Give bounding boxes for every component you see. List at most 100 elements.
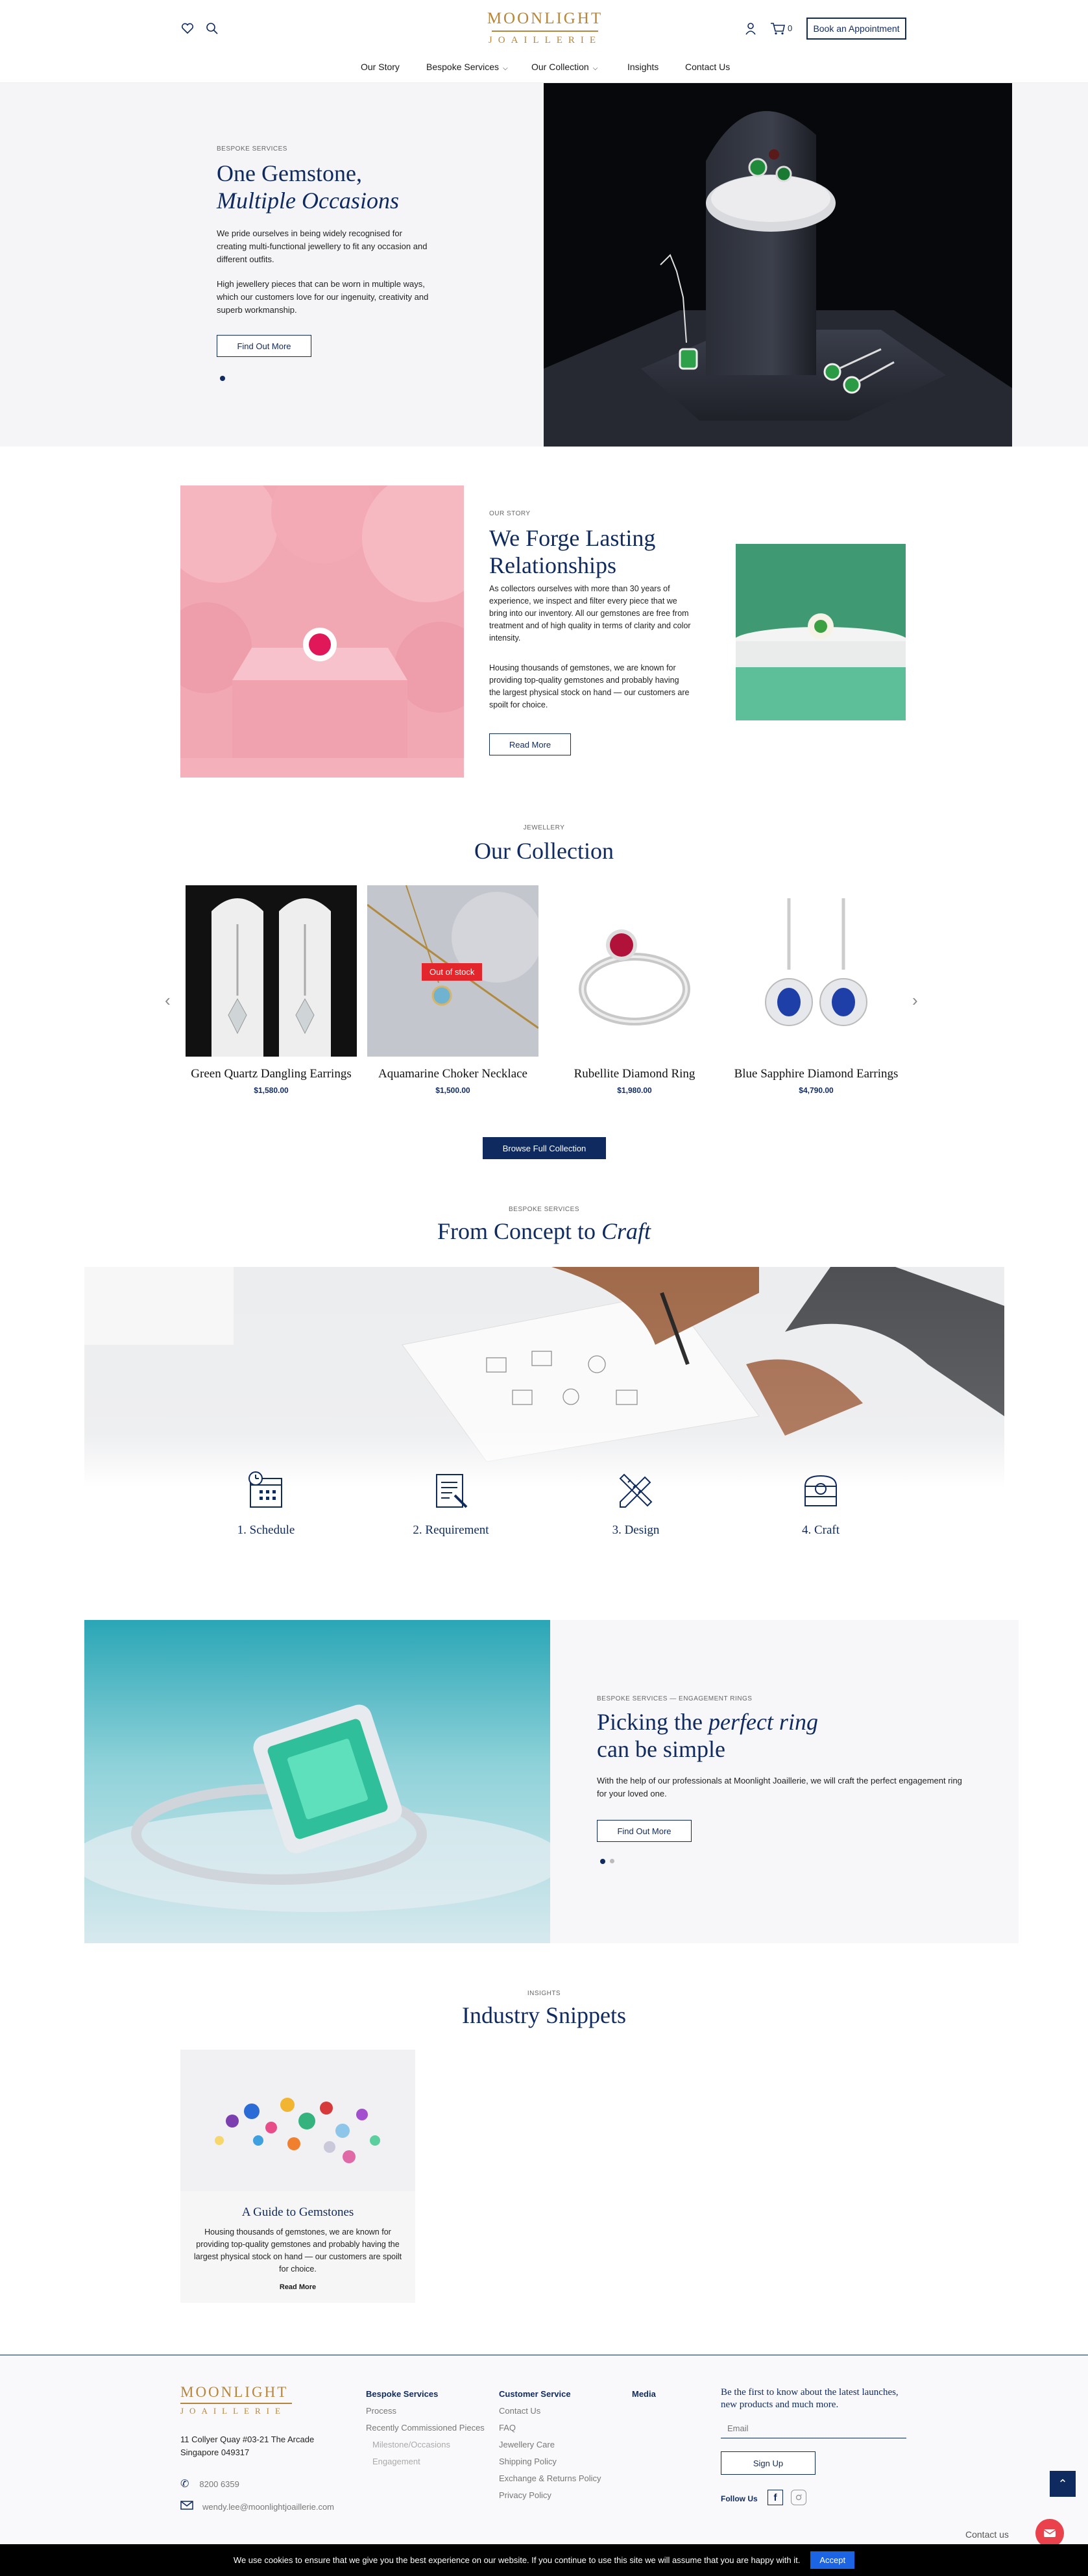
- footer-link[interactable]: Exchange & Returns Policy: [499, 2470, 622, 2487]
- article-read-more-link[interactable]: Read More: [180, 2283, 415, 2291]
- contact-widget-label[interactable]: Contact us: [965, 2529, 1009, 2540]
- footer-col-heading: Bespoke Services: [366, 2389, 439, 2399]
- hero-title: One Gemstone, Multiple Occasions: [217, 160, 463, 214]
- step-label: 4. Craft: [801, 1523, 840, 1537]
- facebook-icon[interactable]: f: [768, 2490, 783, 2505]
- footer-link[interactable]: Process: [366, 2403, 489, 2420]
- hero-find-out-more-button[interactable]: Find Out More: [217, 335, 311, 357]
- step-label: 1. Schedule: [237, 1523, 295, 1537]
- nav-contact-us[interactable]: Contact Us: [685, 62, 730, 72]
- engagement-slide-dot-active[interactable]: [600, 1859, 605, 1864]
- footer-link[interactable]: FAQ: [499, 2420, 622, 2436]
- footer-col-heading: Customer Service: [499, 2389, 571, 2399]
- browse-collection-button[interactable]: Browse Full Collection: [483, 1137, 606, 1159]
- article-title[interactable]: A Guide to Gemstones: [180, 2205, 415, 2220]
- product-name[interactable]: Green Quartz Dangling Earrings: [186, 1067, 357, 1081]
- product-name[interactable]: Blue Sapphire Diamond Earrings: [731, 1067, 902, 1081]
- main-nav: Our Story Bespoke Services ⌵ Our Collecti…: [0, 60, 1088, 75]
- footer-phone[interactable]: ✆ 8200 6359: [180, 2477, 239, 2490]
- footer-link[interactable]: Privacy Policy: [499, 2487, 622, 2504]
- clipboard-pen-icon: [399, 1469, 503, 1514]
- phone-icon: ✆: [180, 2479, 189, 2490]
- user-icon[interactable]: [742, 20, 759, 37]
- footer-address: 11 Collyer Quay #03-21 The Arcade Singap…: [180, 2433, 314, 2459]
- footer-link[interactable]: Recently Commissioned Pieces: [366, 2420, 489, 2436]
- book-appointment-button[interactable]: Book an Appointment: [806, 18, 906, 40]
- site-footer: MOONLIGHT JOAILLERIE 11 Collyer Quay #03…: [0, 2355, 1088, 2549]
- search-icon[interactable]: [204, 20, 221, 37]
- logo-line2: JOAILLERIE: [488, 35, 602, 45]
- carousel-next-arrow[interactable]: ›: [912, 990, 918, 1011]
- footer-email[interactable]: wendy.lee@moonlightjoaillerie.com: [180, 2501, 334, 2513]
- logo-divider: [492, 31, 598, 32]
- insights-eyebrow: INSIGHTS: [527, 1990, 561, 1997]
- collection-title: Our Collection: [474, 838, 614, 864]
- hero-paragraph-1: We pride ourselves in being widely recog…: [217, 228, 428, 264]
- cart-icon[interactable]: [769, 20, 786, 37]
- footer-col-media: Media: [632, 2389, 656, 2399]
- footer-col-heading[interactable]: Media: [632, 2389, 656, 2399]
- story-eyebrow: OUR STORY: [489, 510, 531, 517]
- nav-bespoke-services[interactable]: Bespoke Services ⌵: [426, 62, 508, 72]
- engagement-slide-dot[interactable]: [610, 1859, 614, 1863]
- nav-our-story[interactable]: Our Story: [361, 62, 400, 72]
- story-read-more-button[interactable]: Read More: [489, 733, 571, 755]
- footer-link[interactable]: Jewellery Care: [499, 2436, 622, 2453]
- product-price: $4,790.00: [799, 1086, 834, 1095]
- product-price: $1,580.00: [254, 1086, 289, 1095]
- back-to-top-button[interactable]: ⌃: [1050, 2471, 1076, 2497]
- footer-sublink[interactable]: Milestone/Occasions: [366, 2436, 489, 2453]
- product-price: $1,980.00: [617, 1086, 652, 1095]
- product-card[interactable]: Green Quartz Dangling Earrings $1,580.00: [186, 885, 357, 1095]
- product-image: [186, 885, 357, 1057]
- engagement-find-out-more-button[interactable]: Find Out More: [597, 1820, 692, 1842]
- product-image: [549, 885, 720, 1057]
- product-image: [731, 885, 902, 1057]
- engagement-ring-image: [84, 1620, 550, 1943]
- story-paragraph-2: Housing thousands of gemstones, we are k…: [489, 663, 690, 709]
- chat-widget-button[interactable]: [1035, 2519, 1064, 2547]
- chevron-down-icon: ⌵: [503, 65, 508, 72]
- concept-title-plain: From Concept to: [437, 1218, 596, 1244]
- phone-number: 8200 6359: [199, 2479, 239, 2489]
- process-step: 4. Craft: [769, 1469, 873, 1538]
- footer-logo[interactable]: MOONLIGHT JOAILLERIE: [180, 2384, 292, 2416]
- nav-insights[interactable]: Insights: [627, 62, 659, 72]
- hero-title-line2: Multiple Occasions: [217, 188, 399, 214]
- nav-bespoke-services-label: Bespoke Services: [426, 62, 500, 72]
- footer-logo-divider: [180, 2403, 292, 2404]
- product-image: Out of stock: [367, 885, 538, 1057]
- footer-link[interactable]: Contact Us: [499, 2403, 622, 2420]
- step-label: 2. Requirement: [413, 1523, 489, 1537]
- logo-line1: MOONLIGHT: [487, 10, 603, 27]
- product-name[interactable]: Aquamarine Choker Necklace: [367, 1067, 538, 1081]
- product-card[interactable]: Out of stock Aquamarine Choker Necklace …: [367, 885, 538, 1095]
- email-address: wendy.lee@moonlightjoaillerie.com: [202, 2502, 334, 2512]
- footer-link[interactable]: Shipping Policy: [499, 2453, 622, 2470]
- product-card[interactable]: Rubellite Diamond Ring $1,980.00: [549, 885, 720, 1095]
- article-body: Housing thousands of gemstones, we are k…: [193, 2227, 402, 2274]
- footer-sublink[interactable]: Engagement: [366, 2453, 489, 2470]
- newsletter-signup-button[interactable]: Sign Up: [721, 2451, 816, 2475]
- instagram-icon[interactable]: [791, 2490, 806, 2505]
- address-line1: 11 Collyer Quay #03-21 The Arcade: [180, 2435, 315, 2444]
- footer-col-customer-service: Customer Service Contact Us FAQ Jeweller…: [499, 2389, 622, 2504]
- cookie-accept-button[interactable]: Accept: [810, 2551, 855, 2569]
- site-logo[interactable]: MOONLIGHT JOAILLERIE: [485, 9, 605, 47]
- concept-title-italic: Craft: [601, 1218, 651, 1244]
- nav-our-collection[interactable]: Our Collection ⌵: [531, 62, 598, 72]
- calendar-clock-icon: [214, 1469, 318, 1514]
- article-card[interactable]: A Guide to Gemstones Housing thousands o…: [180, 2050, 415, 2303]
- hero-slide-dot[interactable]: [220, 376, 225, 381]
- newsletter-email-input[interactable]: [721, 2419, 906, 2438]
- heart-icon[interactable]: [179, 20, 196, 37]
- nav-our-collection-label: Our Collection: [531, 62, 589, 72]
- product-card[interactable]: Blue Sapphire Diamond Earrings $4,790.00: [731, 885, 902, 1095]
- product-name[interactable]: Rubellite Diamond Ring: [549, 1067, 720, 1081]
- carousel-prev-arrow[interactable]: ‹: [165, 990, 171, 1011]
- out-of-stock-badge: Out of stock: [422, 963, 483, 981]
- footer-logo-line2: JOAILLERIE: [180, 2406, 286, 2416]
- step-label: 3. Design: [612, 1523, 660, 1537]
- pencil-ruler-icon: [584, 1469, 688, 1514]
- article-image: [180, 2050, 415, 2191]
